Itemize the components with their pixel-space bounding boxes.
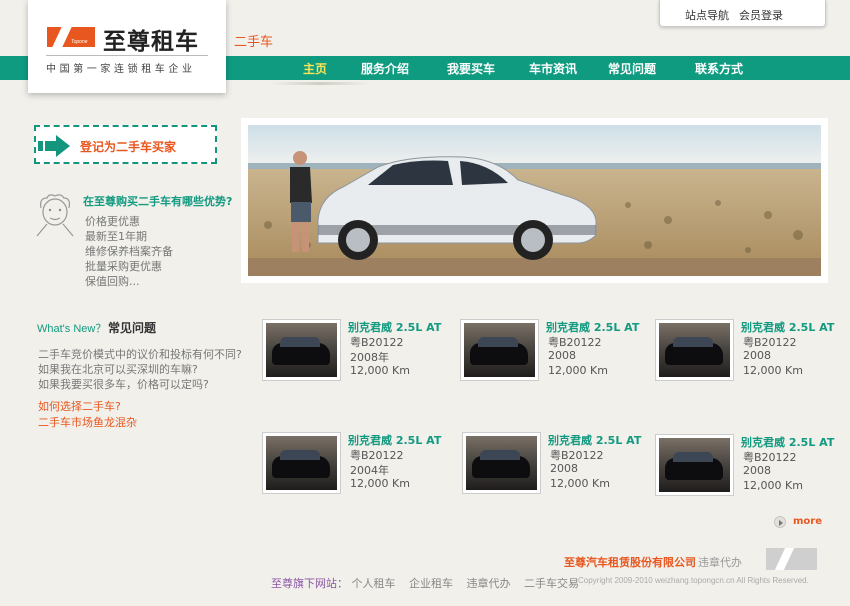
footer-link-used-car-trade[interactable]: 二手车交易 (524, 577, 579, 590)
member-login-link[interactable]: 会员登录 (739, 7, 783, 23)
section-title: 二手车 (234, 35, 274, 50)
car-card[interactable]: 别克君威 2.5L AT 粤B20122 2008 12,000 Km (655, 434, 835, 504)
more-label: more (793, 516, 823, 527)
company-sub: 违章代办 (698, 556, 742, 569)
nav-item-buy-car[interactable]: 我要买车 (447, 60, 495, 77)
car-plate: 粤B20122 (743, 451, 797, 464)
nav-item-faq[interactable]: 常见问题 (608, 60, 656, 77)
car-mileage: 12,000 Km (743, 479, 803, 492)
footer-logo-icon (766, 548, 817, 570)
car-plate: 粤B20122 (550, 449, 604, 462)
faq-item[interactable]: 如果我在北京可以买深圳的车嘛? (38, 362, 242, 377)
list-item: 价格更优惠 (85, 215, 140, 228)
car-name[interactable]: 别克君威 2.5L AT (348, 319, 441, 335)
car-year: 2008 (548, 349, 576, 362)
car-thumbnail[interactable] (262, 319, 341, 381)
car-thumbnail[interactable] (262, 432, 341, 494)
logo-tagline: 中国第一家连锁租车企业 (46, 64, 196, 75)
car-mileage: 12,000 Km (350, 477, 410, 490)
car-year: 2008 (743, 349, 771, 362)
car-mileage: 12,000 Km (743, 364, 803, 377)
footer-link-violation-service[interactable]: 违章代办 (467, 577, 511, 590)
car-card[interactable]: 别克君威 2.5L AT 粤B20122 2008年 12,000 Km (262, 319, 442, 389)
car-year: 2004年 (350, 464, 389, 477)
car-plate: 粤B20122 (350, 449, 404, 462)
car-card[interactable]: 别克君威 2.5L AT 粤B20122 2008 12,000 Km (462, 432, 642, 502)
footer-sites: 至尊旗下网站： 个人租车 企业租车 违章代办 二手车交易 (271, 575, 589, 591)
car-name[interactable]: 别克君威 2.5L AT (546, 319, 639, 335)
advantages-list: 价格更优惠 最新至1年期 维修保养档案齐备 批量采购更优惠 保值回购... (85, 214, 173, 289)
hot-link[interactable]: 如何选择二手车? (38, 399, 137, 415)
hot-link[interactable]: 二手车市场鱼龙混杂 (38, 415, 137, 431)
footer-link-personal-rental[interactable]: 个人租车 (352, 577, 396, 590)
whats-new-label: What's New？ (37, 323, 107, 335)
nav-item-home[interactable]: 主页 (303, 60, 327, 77)
list-item: 维修保养档案齐备 (85, 245, 173, 258)
list-item: 批量采购更优惠 (85, 260, 162, 273)
car-card[interactable]: 别克君威 2.5L AT 粤B20122 2004年 12,000 Km (262, 432, 442, 502)
logo-divider (46, 55, 208, 56)
nav-active-indicator (270, 82, 370, 85)
car-thumbnail[interactable] (655, 319, 734, 381)
logo-box[interactable]: Topone 至尊租车 中国第一家连锁租车企业 (28, 0, 226, 93)
logo-mark-icon: Topone (47, 27, 95, 47)
site-nav-link[interactable]: 站点导航 (685, 7, 729, 23)
advantages-title: 在至尊购买二手车有哪些优势? (83, 195, 233, 208)
hot-links: 如何选择二手车? 二手车市场鱼龙混杂 (38, 399, 137, 431)
car-mileage: 12,000 Km (350, 364, 410, 377)
footer-link-enterprise-rental[interactable]: 企业租车 (409, 577, 453, 590)
separator: – (690, 554, 696, 567)
nav-item-contact[interactable]: 联系方式 (695, 60, 743, 77)
logo-text: 至尊租车 (103, 29, 199, 55)
logo-sub-text: Topone (71, 39, 88, 45)
car-year: 2008 (743, 464, 771, 477)
top-links: 站点导航 会员登录 (659, 0, 826, 27)
faq-list: 二手车竞价模式中的议价和投标有何不同? 如果我在北京可以买深圳的车嘛? 如果我要… (38, 347, 242, 392)
car-plate: 粤B20122 (350, 336, 404, 349)
nav-item-services[interactable]: 服务介绍 (361, 60, 409, 77)
car-name[interactable]: 别克君威 2.5L AT (548, 432, 641, 448)
car-thumbnail[interactable] (462, 432, 541, 494)
car-plate: 粤B20122 (548, 336, 602, 349)
car-thumbnail[interactable] (655, 434, 734, 496)
company-name[interactable]: 至尊汽车租赁股份有限公司 (564, 554, 696, 570)
car-name[interactable]: 别克君威 2.5L AT (741, 434, 834, 450)
faq-item[interactable]: 二手车竞价模式中的议价和投标有何不同? (38, 347, 242, 362)
list-item: 最新至1年期 (85, 230, 147, 243)
hero-image (248, 125, 821, 276)
footer-sites-label: 至尊旗下网站： (271, 577, 348, 590)
play-circle-icon (774, 516, 786, 528)
car-card[interactable]: 别克君威 2.5L AT 粤B20122 2008 12,000 Km (460, 319, 640, 389)
car-name[interactable]: 别克君威 2.5L AT (348, 432, 441, 448)
faq-title: 常见问题 (108, 321, 157, 335)
copyright-text: Copyright 2009-2010 weizhang.topongcn.cn… (578, 576, 809, 585)
car-year: 2008 (550, 462, 578, 475)
hero-banner (241, 118, 828, 283)
register-buyer-label: 登记为二手车买家 (80, 140, 177, 154)
car-thumbnail[interactable] (460, 319, 539, 381)
car-card[interactable]: 别克君威 2.5L AT 粤B20122 2008 12,000 Km (655, 319, 835, 389)
car-year: 2008年 (350, 351, 389, 364)
car-plate: 粤B20122 (743, 336, 797, 349)
car-name[interactable]: 别克君威 2.5L AT (741, 319, 834, 335)
person-face-icon (36, 194, 74, 237)
nav-item-market-news[interactable]: 车市资讯 (529, 60, 577, 77)
car-mileage: 12,000 Km (548, 364, 608, 377)
car-mileage: 12,000 Km (550, 477, 610, 490)
list-item[interactable]: 保值回购... (85, 274, 173, 289)
arrow-right-icon (38, 135, 70, 157)
register-buyer-button[interactable]: 登记为二手车买家 (34, 125, 217, 164)
faq-item[interactable]: 如果我要买很多车，价格可以定吗? (38, 377, 242, 392)
